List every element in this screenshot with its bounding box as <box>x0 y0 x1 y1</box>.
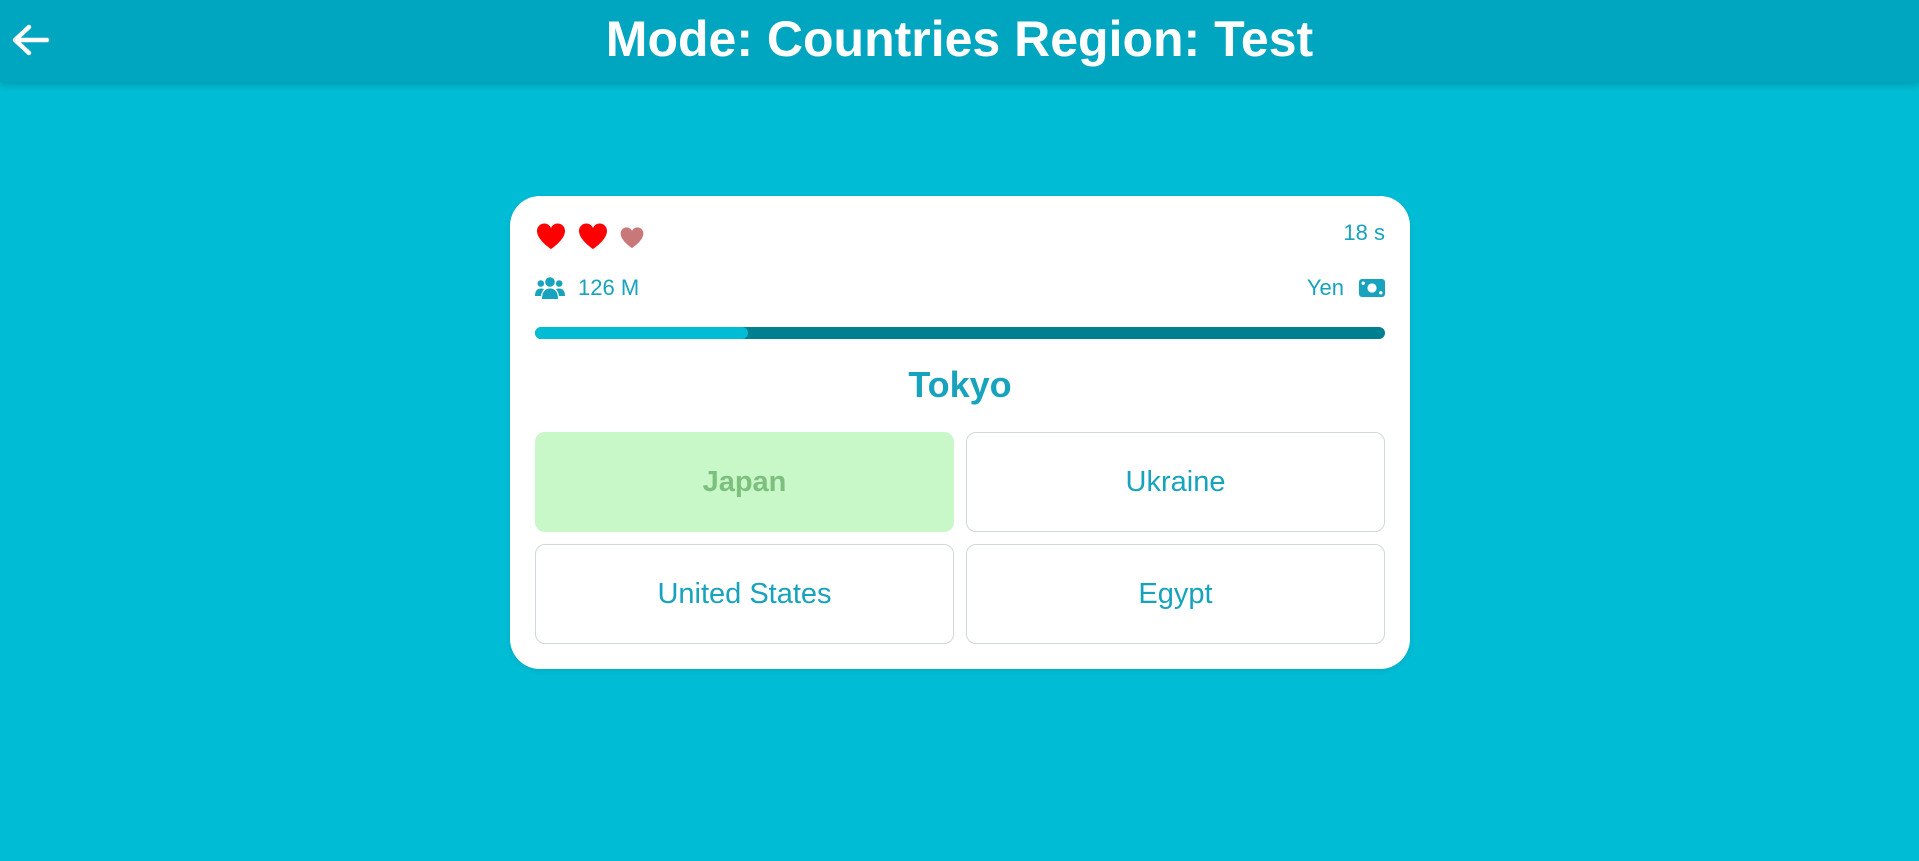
progress-fill <box>535 327 748 339</box>
timer: 18 s <box>1343 220 1385 245</box>
answer-label: Ukraine <box>1125 465 1226 498</box>
money-bill-icon <box>1359 279 1385 297</box>
heart-lost-icon <box>620 227 644 249</box>
answer-label: Egypt <box>1138 577 1213 610</box>
currency-label: Yen <box>1306 275 1344 300</box>
heart-icon <box>579 223 607 249</box>
app-header: Mode: Countries Region: Test <box>0 0 1919 82</box>
population: 126 M <box>535 274 639 302</box>
answer-label: Japan <box>702 465 787 498</box>
progress-bar <box>535 327 1385 339</box>
answer-button-1[interactable]: Japan <box>535 432 954 532</box>
question-text: Tokyo <box>908 364 1012 405</box>
users-icon <box>535 277 565 299</box>
page-title: Mode: Countries Region: Test <box>605 11 1314 67</box>
population-value: 126 M <box>578 275 640 300</box>
quiz-card: 18 s 126 M Yen Tokyo Japan Ukraine Unite… <box>510 196 1410 669</box>
answer-button-3[interactable]: United States <box>535 544 954 644</box>
currency: Yen <box>1307 274 1385 302</box>
heart-icon <box>537 223 565 249</box>
answer-button-4[interactable]: Egypt <box>966 544 1385 644</box>
answer-button-2[interactable]: Ukraine <box>966 432 1385 532</box>
answer-label: United States <box>657 577 832 610</box>
